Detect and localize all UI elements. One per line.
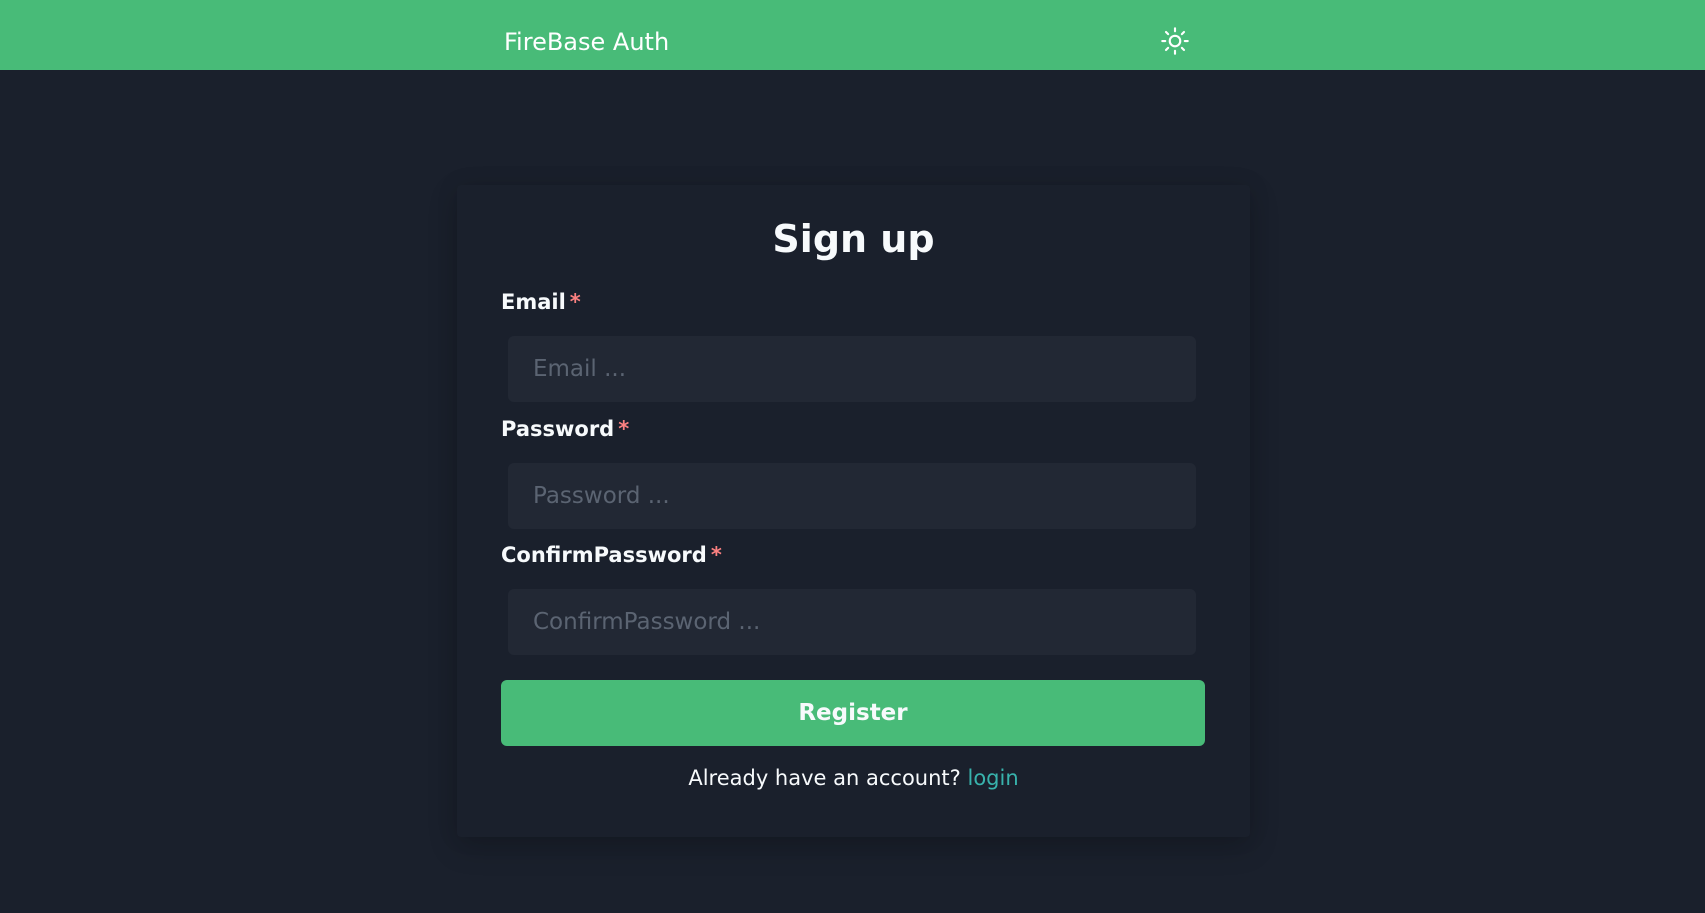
password-label: Password * xyxy=(501,414,629,444)
email-label-text: Email xyxy=(501,290,566,314)
confirm-password-label-text: ConfirmPassword xyxy=(501,543,707,567)
login-prompt-text: Already have an account? xyxy=(688,766,961,790)
login-link[interactable]: login xyxy=(967,766,1018,790)
email-input[interactable] xyxy=(508,336,1196,402)
page-title: Sign up xyxy=(772,217,935,261)
sun-icon xyxy=(1161,27,1189,55)
password-required-mark: * xyxy=(618,417,630,441)
login-prompt: Already have an account? login xyxy=(457,763,1250,793)
confirm-password-input[interactable] xyxy=(508,589,1196,655)
signup-card: Sign up Email* Password* ConfirmPassword… xyxy=(457,185,1250,837)
navbar: FireBase Auth xyxy=(0,0,1705,70)
confirm-password-required-mark: * xyxy=(710,543,722,567)
password-input[interactable] xyxy=(508,463,1196,529)
theme-toggle-button[interactable] xyxy=(1158,24,1192,58)
email-label: Email * xyxy=(501,287,581,317)
password-label-text: Password xyxy=(501,417,615,441)
email-required-mark: * xyxy=(569,290,581,314)
confirm-password-label: ConfirmPassword * xyxy=(501,540,722,570)
brand-title[interactable]: FireBase Auth xyxy=(504,25,669,59)
register-button[interactable]: Register xyxy=(501,680,1205,746)
